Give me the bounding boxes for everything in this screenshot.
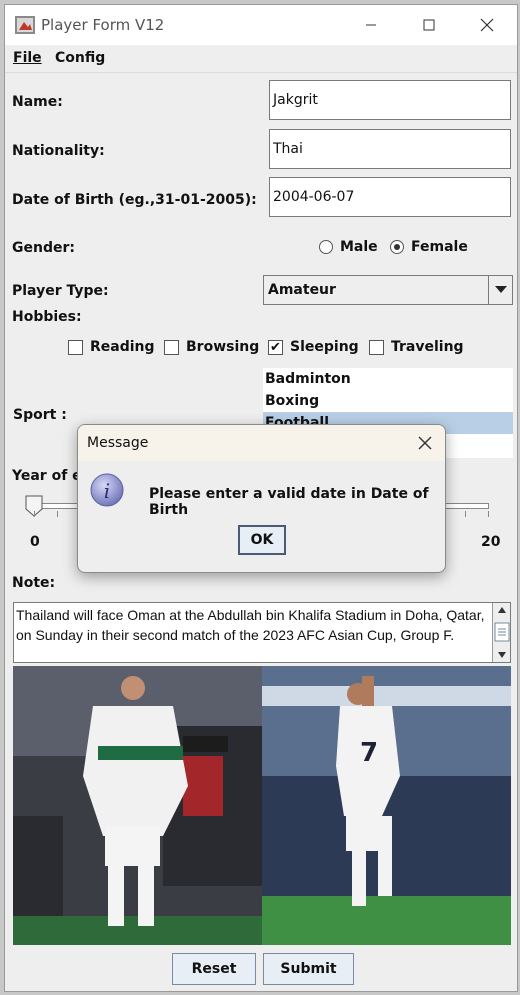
chevron-down-icon — [494, 286, 507, 293]
dialog-title: Message — [87, 435, 149, 451]
minimize-icon — [366, 24, 376, 26]
hobby-label: Sleeping — [290, 339, 359, 355]
checkbox-unchecked-icon — [164, 339, 179, 355]
list-item[interactable]: Boxing — [263, 390, 513, 412]
player-type-value: Amateur — [268, 282, 336, 298]
close-button[interactable] — [459, 5, 515, 45]
slider-tick — [57, 511, 58, 517]
maximize-icon — [423, 19, 435, 31]
list-item[interactable]: Badminton — [263, 368, 513, 390]
hobbies-label: Hobbies: — [12, 309, 82, 325]
gender-male-radio[interactable]: Male — [319, 239, 378, 255]
radio-checked-icon — [390, 240, 404, 254]
checkbox-checked-icon: ✔ — [268, 339, 283, 355]
slider-min-label: 0 — [30, 534, 40, 550]
window-title: Player Form V12 — [41, 16, 165, 34]
name-field[interactable]: Jakgrit — [269, 80, 511, 120]
svg-text:i: i — [104, 479, 110, 503]
hobby-sleeping-checkbox[interactable]: ✔ Sleeping — [268, 339, 359, 355]
sport-label: Sport : — [13, 407, 67, 423]
player-type-label: Player Type: — [12, 283, 109, 299]
dob-field[interactable]: 2004-06-07 — [269, 177, 511, 217]
maximize-button[interactable] — [401, 5, 457, 45]
checkbox-unchecked-icon — [68, 339, 83, 355]
svg-text:7: 7 — [360, 738, 378, 768]
slider-tick — [34, 511, 35, 517]
hobby-label: Browsing — [186, 339, 260, 355]
player-photo-left — [13, 666, 262, 945]
slider-max-label: 20 — [481, 534, 501, 550]
close-icon[interactable] — [415, 433, 435, 453]
dropdown-arrow-button[interactable] — [488, 276, 512, 304]
dob-label: Date of Birth (eg.,31-01-2005): — [12, 192, 257, 208]
note-textarea[interactable]: Thailand will face Oman at the Abdullah … — [13, 602, 511, 663]
radio-unchecked-icon — [319, 240, 333, 254]
year-label: Year of e — [12, 468, 82, 484]
app-icon — [15, 16, 35, 34]
dialog-title-bar[interactable]: Message — [78, 425, 445, 461]
message-dialog: Message i Please enter a valid date in D… — [77, 424, 446, 573]
dialog-message: Please enter a valid date in Date of Bir… — [149, 486, 429, 518]
gender-label: Gender: — [12, 240, 75, 256]
note-label: Note: — [12, 575, 56, 591]
player-photo-right: 7 — [262, 666, 511, 945]
close-icon — [480, 18, 494, 32]
info-icon: i — [90, 473, 124, 507]
gender-female-radio[interactable]: Female — [390, 239, 468, 255]
hobby-label: Reading — [90, 339, 155, 355]
scrollbar-arrows-icon — [494, 607, 510, 658]
menu-config[interactable]: Config — [55, 50, 105, 66]
submit-button[interactable]: Submit — [263, 953, 354, 985]
menu-bar: File Config — [5, 45, 517, 73]
nationality-field[interactable]: Thai — [269, 129, 511, 169]
checkbox-unchecked-icon — [369, 339, 384, 355]
player-type-select[interactable]: Amateur — [263, 275, 513, 305]
gender-male-label: Male — [340, 239, 378, 255]
title-bar[interactable]: Player Form V12 — [5, 5, 517, 45]
hobby-browsing-checkbox[interactable]: Browsing — [164, 339, 259, 355]
reset-button[interactable]: Reset — [172, 953, 256, 985]
hobby-reading-checkbox[interactable]: Reading — [68, 339, 155, 355]
minimize-button[interactable] — [343, 5, 399, 45]
ok-button[interactable]: OK — [238, 525, 286, 555]
nationality-label: Nationality: — [12, 143, 105, 159]
hobby-traveling-checkbox[interactable]: Traveling — [369, 339, 464, 355]
note-scrollbar[interactable] — [492, 603, 510, 662]
gender-female-label: Female — [411, 239, 468, 255]
menu-file[interactable]: File — [13, 50, 42, 66]
name-label: Name: — [12, 94, 63, 110]
hobby-label: Traveling — [391, 339, 464, 355]
note-text: Thailand will face Oman at the Abdullah … — [16, 607, 485, 643]
slider-tick — [465, 511, 466, 517]
slider-tick — [488, 511, 489, 517]
